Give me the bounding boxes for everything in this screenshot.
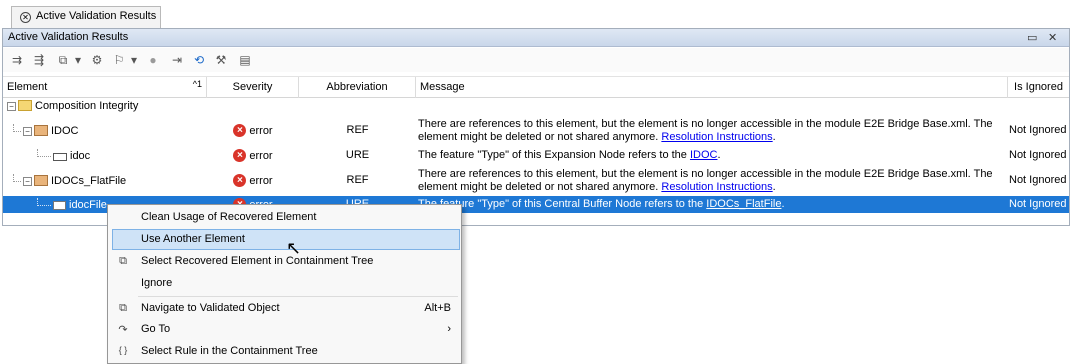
is-ignored-value: Not Ignored xyxy=(1009,149,1067,161)
containment-tree-icon: ⧉ xyxy=(119,255,127,267)
menu-item-clean-usage[interactable]: Clean Usage of Recovered Element xyxy=(108,207,461,228)
collapse-toggle-icon[interactable]: − xyxy=(7,102,16,111)
table-row[interactable]: − IDOCs_FlatFile × error REF There are ref… xyxy=(3,167,1069,193)
expand-all-icon[interactable]: ⇶ xyxy=(31,52,47,68)
error-icon: × xyxy=(233,149,247,162)
severity-value: error xyxy=(249,149,273,162)
menu-item-select-rule[interactable]: { } Select Rule in the Containment Tree xyxy=(108,341,461,362)
tools-icon[interactable]: ⚒ xyxy=(213,52,229,68)
element-name: idocFile xyxy=(69,199,107,211)
error-icon: × xyxy=(233,174,247,187)
tree-dropdown-icon[interactable]: ▾ xyxy=(73,52,83,68)
is-ignored-value: Not Ignored xyxy=(1009,124,1067,136)
settings-icon[interactable]: ⚙ xyxy=(89,52,105,68)
validation-panel: Active Validation Results ▭ ✕ ⇉ ⇶ ⧉ ▾ ⚙ … xyxy=(2,28,1070,226)
flag-icon[interactable]: ⚐ xyxy=(111,52,127,68)
message-cell: The feature "Type" of this Expansion Nod… xyxy=(418,149,721,161)
go-to-icon: ↷ xyxy=(118,324,128,336)
group-label: Composition Integrity xyxy=(35,100,139,112)
mouse-cursor-icon: ↖ xyxy=(286,238,302,258)
is-ignored-value: Not Ignored xyxy=(1009,174,1067,186)
central-buffer-node-icon xyxy=(53,201,66,210)
report-icon[interactable]: ▤ xyxy=(237,52,253,68)
idoc-link[interactable]: IDOC xyxy=(690,149,718,161)
navigate-icon[interactable]: ⇥ xyxy=(169,52,185,68)
collapse-all-icon[interactable]: ⇉ xyxy=(9,52,25,68)
tree-row-group[interactable]: − Composition Integrity xyxy=(3,99,1069,117)
panel-title: Active Validation Results xyxy=(8,31,129,43)
resolution-instructions-link[interactable]: Resolution Instructions xyxy=(661,131,772,143)
severity-value: error xyxy=(249,174,273,187)
element-name: IDOCs_FlatFile xyxy=(51,175,127,187)
tab-strip: ✕ Active Validation Results xyxy=(0,0,1074,29)
menu-item-navigate-to-validated-object[interactable]: ⧉ Navigate to Validated Object Alt+B xyxy=(108,298,461,319)
resolution-instructions-link[interactable]: Resolution Instructions xyxy=(661,181,772,193)
abbreviation-value: REF xyxy=(346,124,369,136)
menu-item-ignore[interactable]: Ignore xyxy=(108,273,461,294)
table-row[interactable]: idoc × error URE The feature "Type" of th… xyxy=(3,145,1069,165)
table-row[interactable]: − IDOC × error REF There are references to… xyxy=(3,117,1069,143)
validation-icon: ✕ xyxy=(20,12,31,23)
table-header: Element ^1 Severity Abbreviation Message… xyxy=(3,76,1069,98)
menu-separator xyxy=(138,296,458,297)
toolbar: ⇉ ⇶ ⧉ ▾ ⚙ ⚐ ▾ ● ⇥ ⟲ ⚒ ▤ xyxy=(3,48,1069,72)
column-is-ignored[interactable]: Is Ignored xyxy=(1008,77,1069,98)
tab-label: Active Validation Results xyxy=(36,10,157,22)
severity-value: error xyxy=(249,124,273,137)
column-element[interactable]: Element ^1 xyxy=(3,77,207,98)
folder-icon xyxy=(18,100,32,111)
expansion-node-icon xyxy=(53,153,67,161)
column-severity[interactable]: Severity xyxy=(207,77,299,98)
message-cell: The feature "Type" of this Central Buffe… xyxy=(418,198,785,210)
error-icon: × xyxy=(233,124,247,137)
expand-toggle-icon[interactable]: − xyxy=(23,127,32,136)
navigate-icon: ⧉ xyxy=(119,302,127,314)
tab-active-validation-results[interactable]: ✕ Active Validation Results xyxy=(11,6,161,29)
block-icon xyxy=(34,175,48,186)
panel-title-bar: Active Validation Results ▭ ✕ xyxy=(3,29,1069,47)
close-icon[interactable]: ✕ xyxy=(1048,31,1057,44)
menu-item-go-to[interactable]: ↷ Go To › xyxy=(108,319,461,340)
refresh-icon[interactable]: ⟲ xyxy=(191,52,207,68)
restore-icon[interactable]: ▭ xyxy=(1027,31,1037,44)
column-message[interactable]: Message xyxy=(416,77,1008,98)
submenu-arrow-icon: › xyxy=(447,323,451,335)
flag-dropdown-icon[interactable]: ▾ xyxy=(129,52,139,68)
message-cell: There are references to this element, bu… xyxy=(418,168,993,193)
shortcut-label: Alt+B xyxy=(424,302,451,314)
column-abbreviation[interactable]: Abbreviation xyxy=(299,77,416,98)
sort-indicator: ^1 xyxy=(192,79,202,89)
abbreviation-value: REF xyxy=(346,174,369,186)
block-icon xyxy=(34,125,48,136)
idocs-flatfile-link[interactable]: IDOCs_FlatFile xyxy=(706,198,781,210)
expand-toggle-icon[interactable]: − xyxy=(23,177,32,186)
braces-icon: { } xyxy=(118,345,128,355)
abbreviation-value: URE xyxy=(345,149,370,161)
element-name: IDOC xyxy=(51,125,79,137)
element-name: idoc xyxy=(70,150,91,162)
message-cell: There are references to this element, bu… xyxy=(418,118,993,143)
context-menu: Clean Usage of Recovered Element Use Ano… xyxy=(107,204,462,364)
stop-icon[interactable]: ● xyxy=(145,52,161,68)
menu-item-select-recovered-element[interactable]: ⧉ Select Recovered Element in Containmen… xyxy=(108,251,461,272)
tree-view-icon[interactable]: ⧉ xyxy=(55,52,71,68)
is-ignored-value: Not Ignored xyxy=(1009,198,1067,210)
